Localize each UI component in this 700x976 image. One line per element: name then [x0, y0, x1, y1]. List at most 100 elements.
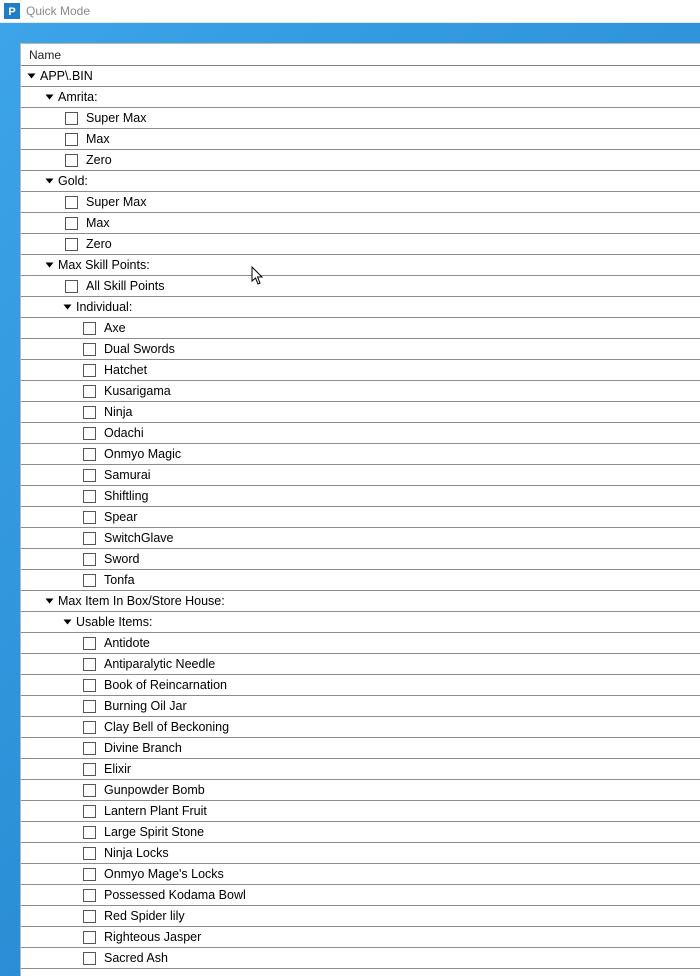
tree-item[interactable]: Axe	[21, 318, 700, 339]
tree-item[interactable]: Hatchet	[21, 360, 700, 381]
expand-arrow-icon[interactable]	[46, 263, 54, 268]
checkbox[interactable]	[83, 784, 96, 797]
checkbox[interactable]	[83, 553, 96, 566]
checkbox[interactable]	[83, 637, 96, 650]
expand-arrow-icon[interactable]	[46, 179, 54, 184]
tree-item[interactable]: Max	[21, 213, 700, 234]
tree-item[interactable]: Antiparalytic Needle	[21, 654, 700, 675]
tree-item[interactable]: Super Max	[21, 108, 700, 129]
tree-item[interactable]: Clay Bell of Beckoning	[21, 717, 700, 738]
tree-item[interactable]: Ninja	[21, 402, 700, 423]
checkbox[interactable]	[65, 154, 78, 167]
tree-item[interactable]: Sword	[21, 549, 700, 570]
checkbox[interactable]	[83, 847, 96, 860]
expand-arrow-icon[interactable]	[46, 95, 54, 100]
tree-item[interactable]: Large Spirit Stone	[21, 822, 700, 843]
checkbox[interactable]	[83, 658, 96, 671]
tree-item[interactable]: Red Spider lily	[21, 906, 700, 927]
tree-node-usable[interactable]: Usable Items:	[21, 612, 700, 633]
checkbox[interactable]	[83, 532, 96, 545]
checkbox[interactable]	[83, 742, 96, 755]
expand-arrow-icon[interactable]	[64, 620, 72, 625]
tree-node-individual[interactable]: Individual:	[21, 297, 700, 318]
checkbox[interactable]	[83, 322, 96, 335]
item-label: Lantern Plant Fruit	[104, 804, 207, 818]
tree-item[interactable]: Book of Reincarnation	[21, 675, 700, 696]
checkbox[interactable]	[83, 406, 96, 419]
tree-item[interactable]: Max	[21, 129, 700, 150]
expand-arrow-icon[interactable]	[64, 305, 72, 310]
tree-item[interactable]: Sacred Ash	[21, 948, 700, 969]
item-label: Max	[86, 216, 110, 230]
tree-item[interactable]: Antidote	[21, 633, 700, 654]
expand-arrow-icon[interactable]	[28, 74, 36, 79]
checkbox[interactable]	[83, 826, 96, 839]
tree-item[interactable]: Gunpowder Bomb	[21, 780, 700, 801]
tree-node-gold[interactable]: Gold:	[21, 171, 700, 192]
checkbox[interactable]	[83, 763, 96, 776]
tree-item[interactable]: Ninja Locks	[21, 843, 700, 864]
checkbox[interactable]	[65, 280, 78, 293]
tree-item[interactable]: SwitchGlave	[21, 528, 700, 549]
node-label: Gold:	[58, 174, 88, 188]
tree-item[interactable]: All Skill Points	[21, 276, 700, 297]
checkbox[interactable]	[83, 868, 96, 881]
column-header[interactable]: Name	[21, 44, 700, 66]
checkbox[interactable]	[83, 490, 96, 503]
tree-item[interactable]: Super Max	[21, 192, 700, 213]
checkbox[interactable]	[65, 133, 78, 146]
checkbox[interactable]	[83, 385, 96, 398]
checkbox[interactable]	[83, 700, 96, 713]
tree-item[interactable]: Kusarigama	[21, 381, 700, 402]
tree-item[interactable]: Burning Oil Jar	[21, 696, 700, 717]
checkbox[interactable]	[83, 805, 96, 818]
checkbox[interactable]	[83, 364, 96, 377]
checkbox[interactable]	[83, 469, 96, 482]
tree-item[interactable]: Odachi	[21, 423, 700, 444]
tree-item[interactable]: Onmyo Mage's Locks	[21, 864, 700, 885]
tree-item[interactable]: Onmyo Magic	[21, 444, 700, 465]
node-label: Usable Items:	[76, 615, 152, 629]
checkbox[interactable]	[83, 511, 96, 524]
checkbox[interactable]	[83, 910, 96, 923]
tree-item[interactable]: Divine Branch	[21, 738, 700, 759]
tree-item[interactable]: Tonfa	[21, 570, 700, 591]
checkbox[interactable]	[65, 112, 78, 125]
checkbox[interactable]	[83, 931, 96, 944]
tree-item[interactable]: Elixir	[21, 759, 700, 780]
tree-item[interactable]: Lantern Plant Fruit	[21, 801, 700, 822]
checkbox[interactable]	[83, 574, 96, 587]
content-panel: Name APP\.BIN Amrita: Super Max Max Zero…	[20, 43, 700, 976]
checkbox[interactable]	[65, 238, 78, 251]
tree-node-maxitem[interactable]: Max Item In Box/Store House:	[21, 591, 700, 612]
tree-item[interactable]: Samurai	[21, 465, 700, 486]
item-label: Kusarigama	[104, 384, 171, 398]
tree-item[interactable]: Spear	[21, 507, 700, 528]
tree-node-maxskill[interactable]: Max Skill Points:	[21, 255, 700, 276]
tree-item[interactable]: Zero	[21, 150, 700, 171]
tree-item[interactable]: Possessed Kodama Bowl	[21, 885, 700, 906]
item-label: SwitchGlave	[104, 531, 173, 545]
checkbox[interactable]	[83, 889, 96, 902]
tree-item[interactable]: Zero	[21, 234, 700, 255]
checkbox[interactable]	[83, 952, 96, 965]
tree-node-root[interactable]: APP\.BIN	[21, 66, 700, 87]
item-label: Zero	[86, 237, 112, 251]
checkbox[interactable]	[83, 721, 96, 734]
checkbox[interactable]	[65, 217, 78, 230]
tree-item[interactable]: Dual Swords	[21, 339, 700, 360]
item-label: Ninja	[104, 405, 133, 419]
checkbox[interactable]	[65, 196, 78, 209]
node-label: Max Skill Points:	[58, 258, 150, 272]
tree-node-amrita[interactable]: Amrita:	[21, 87, 700, 108]
checkbox[interactable]	[83, 427, 96, 440]
tree-item[interactable]: Righteous Jasper	[21, 927, 700, 948]
node-label: APP\.BIN	[40, 69, 93, 83]
checkbox[interactable]	[83, 679, 96, 692]
checkbox[interactable]	[83, 343, 96, 356]
item-label: Super Max	[86, 111, 146, 125]
title-bar: P Quick Mode	[0, 0, 700, 23]
tree-item[interactable]: Shiftling	[21, 486, 700, 507]
checkbox[interactable]	[83, 448, 96, 461]
expand-arrow-icon[interactable]	[46, 599, 54, 604]
